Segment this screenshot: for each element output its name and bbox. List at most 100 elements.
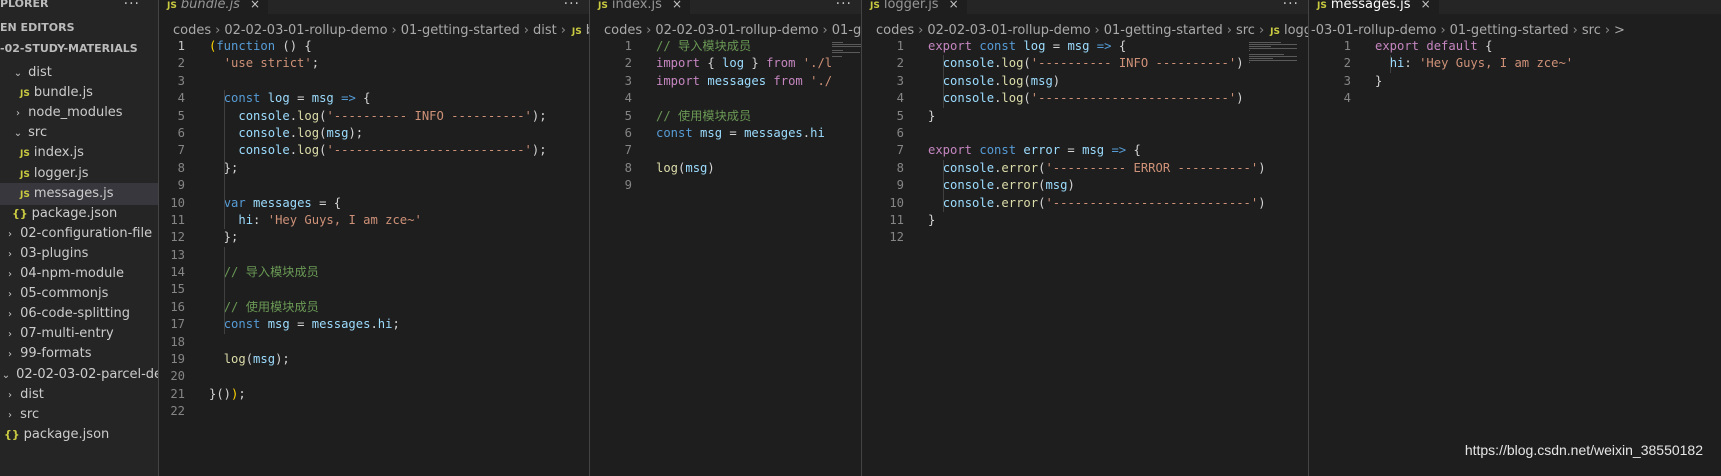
editor-tab-bar: JS messages.js × (1309, 0, 1721, 14)
code-token: }; (209, 230, 239, 245)
explorer-title: PLORER (0, 0, 49, 10)
breadcrumb-separator-icon: › (1258, 23, 1265, 38)
code-token: msg (1082, 143, 1105, 158)
minimap-line (1249, 56, 1297, 57)
breadcrumb-segment[interactable]: codes (173, 23, 211, 38)
code-text: console.error('-------------------------… (928, 195, 1266, 212)
minimap-line (832, 42, 843, 43)
code-token: () { (275, 39, 312, 53)
file-item[interactable]: {} package.json (0, 424, 158, 446)
minimap[interactable] (830, 42, 862, 102)
breadcrumb-segment[interactable]: 01-getting-started (401, 23, 520, 38)
file-item[interactable]: JS index.js (0, 142, 158, 164)
breadcrumb-segment[interactable]: codes (604, 23, 642, 38)
folder-item[interactable]: › src (0, 404, 158, 426)
breadcrumb-segment[interactable]: dist (533, 23, 557, 38)
folder-item[interactable]: › 04-npm-module (0, 263, 158, 285)
open-editors-header[interactable]: EN EDITORS (0, 17, 158, 39)
code-line: 11} (862, 212, 1309, 229)
editor-tab[interactable]: JS messages.js × (1309, 0, 1439, 14)
minimap-line (1249, 58, 1273, 59)
breadcrumb-segment[interactable]: logger.js (1284, 23, 1309, 38)
folder-item[interactable]: › 06-code-splitting (0, 303, 158, 325)
code-line: 7 (590, 142, 862, 159)
code-token: messages (707, 73, 767, 88)
code-token: = { (311, 195, 342, 210)
code-text: var messages = { (209, 195, 341, 212)
code-text: (function () { (209, 38, 312, 55)
file-item[interactable]: {} package.json (0, 203, 158, 225)
code-token: () (216, 386, 232, 401)
more-actions-icon[interactable]: ··· (564, 0, 580, 12)
breadcrumb-segment[interactable]: src (1236, 23, 1255, 38)
breadcrumb-segment[interactable]: 02-02-03-01-rollup-demo (224, 23, 387, 38)
tree-item-label: package.json (31, 205, 118, 221)
code-text: console.log('---------- INFO ----------'… (209, 108, 546, 125)
code-token: } (928, 212, 936, 227)
folder-item[interactable]: › 99-formats (0, 343, 158, 365)
code-text: }()); (209, 386, 246, 403)
close-icon[interactable]: × (250, 0, 260, 11)
close-icon[interactable]: × (1421, 0, 1431, 11)
minimap-line (832, 46, 861, 47)
close-icon[interactable]: × (672, 0, 682, 11)
breadcrumb-separator-icon: › (646, 23, 652, 38)
code-editor[interactable]: 1 export default {2 hi: 'Hey Guys, I am z… (1309, 38, 1721, 108)
code-editor[interactable]: 1 export const log = msg => {2 console.lo… (862, 38, 1309, 247)
breadcrumb-segment[interactable]: 01-getting-s (832, 23, 862, 38)
folder-item[interactable]: › 03-plugins (0, 243, 158, 265)
workspace-folder-header[interactable]: -02-STUDY-MATERIALS (0, 38, 158, 60)
breadcrumb-segment[interactable]: > (1614, 23, 1625, 38)
folder-item[interactable]: › node_modules (0, 102, 158, 124)
editor-tab[interactable]: JS index.js × (590, 0, 690, 14)
code-token: msg (326, 125, 349, 140)
file-item[interactable]: JS logger.js (0, 163, 158, 185)
more-actions-icon[interactable]: ··· (836, 0, 852, 12)
javascript-file-icon: JS (571, 27, 582, 37)
breadcrumb-segment[interactable]: codes (876, 23, 914, 38)
tree-item-label: src (28, 125, 48, 141)
code-line: 3 (159, 73, 590, 90)
breadcrumb-segment[interactable]: src (1582, 23, 1601, 38)
code-token: } (928, 108, 936, 123)
folder-item[interactable]: ⌄ 02-02-03-02-parcel-de... (0, 364, 158, 386)
folder-item[interactable]: › 02-configuration-file (0, 223, 158, 245)
minimap[interactable] (1247, 42, 1301, 102)
more-actions-icon[interactable]: ··· (1283, 0, 1299, 12)
folder-item[interactable]: ⌄ dist (0, 62, 158, 84)
code-line: 1 export const log = msg => { (862, 38, 1309, 55)
editor-tab[interactable]: JS bundle.js × (159, 0, 269, 14)
code-line: 2 import { log } from './l (590, 55, 862, 72)
folder-item[interactable]: ⌄ src (0, 122, 158, 144)
code-token: ( (1023, 56, 1031, 71)
line-number: 2 (896, 56, 904, 71)
code-text: hi: 'Hey Guys, I am zce~' (209, 212, 421, 229)
explorer-more-icon[interactable]: ··· (124, 0, 140, 12)
folder-item[interactable]: › dist (0, 384, 158, 406)
code-token: ) (1052, 73, 1061, 88)
breadcrumb-segment[interactable]: 01-getting-started (1450, 23, 1569, 38)
folder-item[interactable]: › 07-multi-entry (0, 323, 158, 345)
breadcrumb-segment[interactable]: 02-02-03-01-rollup-demo (655, 23, 818, 38)
editor-tab[interactable]: JS logger.js × (862, 0, 967, 14)
file-item[interactable]: JS messages.js (0, 182, 158, 205)
folder-item[interactable]: › 05-commonjs (0, 283, 158, 305)
code-line: 2 'use strict'; (159, 55, 590, 72)
close-icon[interactable]: × (949, 0, 959, 11)
tree-item-label: dist (28, 65, 52, 80)
breadcrumb-segment[interactable]: 01-getting-started (1104, 23, 1223, 38)
code-editor[interactable]: 1 // 导入模块成员 2 import { log } from './l 3 impo… (590, 38, 862, 195)
open-editors-title: EN EDITORS (0, 21, 75, 34)
code-line: 5} (862, 108, 1309, 125)
code-editor[interactable]: 1 (function () {2 'use strict'; 3 4 const l… (159, 38, 590, 421)
breadcrumb-separator-icon: › (523, 23, 529, 38)
tree-item-label: 02-configuration-file (20, 225, 153, 241)
line-number: 10 (889, 195, 904, 210)
breadcrumb-segment[interactable]: 02-02-03-01-rollup-demo (927, 23, 1090, 38)
minimap-line (832, 52, 860, 53)
breadcrumb-segment[interactable]: -03-01-rollup-demo (1311, 23, 1436, 38)
file-item[interactable]: JS bundle.js (0, 82, 158, 104)
line-number: 7 (177, 143, 185, 158)
